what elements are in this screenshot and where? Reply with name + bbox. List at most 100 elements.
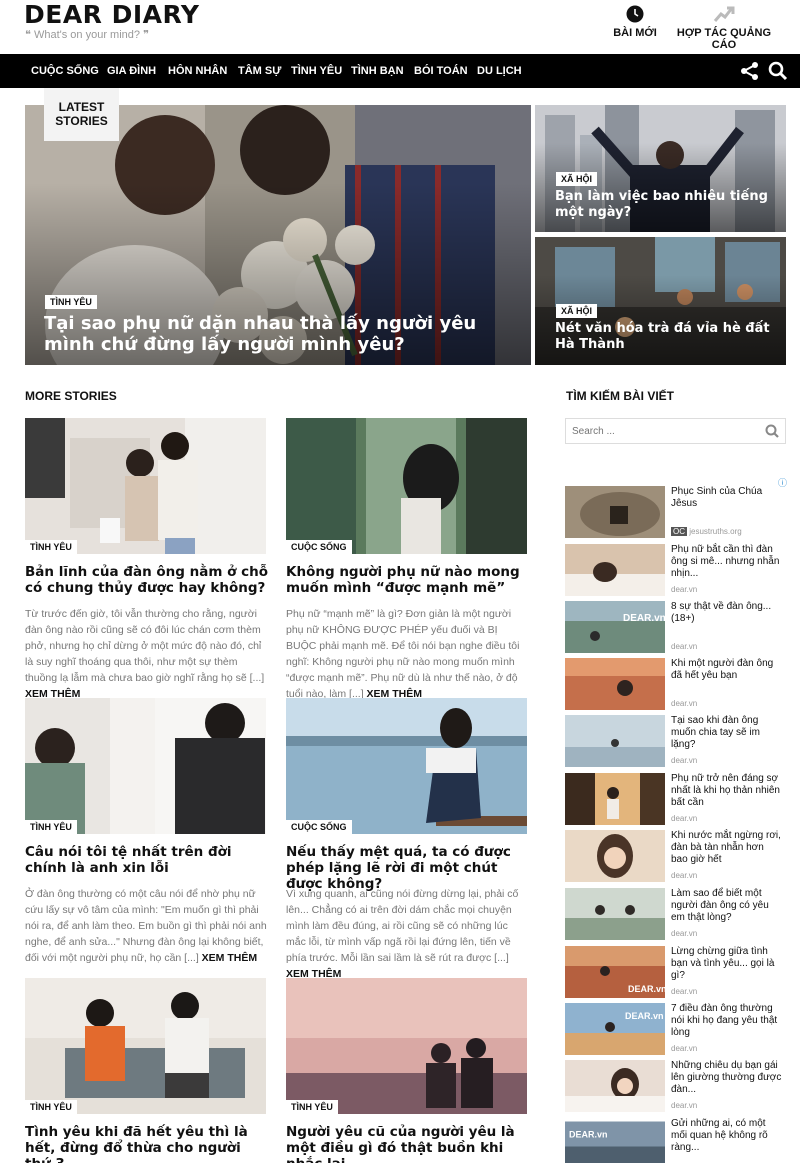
featured-side-story-1[interactable]: XÃ HỘI Bạn làm việc bao nhiêu tiếng một …: [535, 105, 786, 232]
ads-link[interactable]: HỢP TÁC QUẢNG CÁO: [665, 5, 783, 51]
nav-item-tinh-ban[interactable]: TÌNH BẠN: [351, 54, 404, 88]
article-3-category[interactable]: TÌNH YÊU: [25, 820, 77, 834]
nav-item-boi-toan[interactable]: BÓI TOÁN: [414, 54, 468, 88]
article-1-title[interactable]: Bản lĩnh của đàn ông nằm ở chỗ có chung …: [25, 564, 270, 596]
article-2-excerpt: Phụ nữ “mạnh mẽ” là gì? Đơn giản là một …: [286, 606, 529, 702]
sidebar-ad-5[interactable]: Tại sao khi đàn ông muốn chia tay sẽ im …: [565, 715, 787, 769]
article-5-category[interactable]: TÌNH YÊU: [25, 1100, 77, 1114]
site-logo[interactable]: DEAR DIARY: [24, 0, 200, 29]
ads-label: HỢP TÁC QUẢNG CÁO: [676, 27, 772, 51]
ad-5-source: dear.vn: [671, 756, 698, 765]
ad-6-source: dear.vn: [671, 814, 698, 823]
latest-stories-label: LATEST STORIES: [44, 88, 119, 141]
featured-main-story[interactable]: TÌNH YÊU Tại sao phụ nữ dặn nhau thà lấy…: [25, 105, 531, 365]
article-3-read-more[interactable]: XEM THÊM: [202, 952, 257, 964]
article-1-thumbnail[interactable]: TÌNH YÊU: [25, 418, 266, 554]
featured-side-1-title[interactable]: Bạn làm việc bao nhiêu tiếng một ngày?: [555, 189, 775, 221]
article-3-title[interactable]: Câu nói tôi tệ nhất trên đời chính là an…: [25, 844, 270, 876]
new-posts-link[interactable]: BÀI MỚI: [612, 5, 658, 39]
sidebar-ad-8[interactable]: Làm sao để biết một người đàn ông có yêu…: [565, 888, 787, 942]
article-5-thumbnail[interactable]: TÌNH YÊU: [25, 978, 266, 1114]
sidebar-ad-4[interactable]: Khi một người đàn ông đã hết yêu bạn dea…: [565, 658, 787, 712]
featured-main-category[interactable]: TÌNH YÊU: [45, 295, 97, 309]
ad-1-source: OC jesustruths.org: [671, 527, 742, 536]
featured-side-2-title[interactable]: Nét văn hóa trà đá vỉa hè đất Hà Thành: [555, 321, 775, 353]
ad-3-title: 8 sự thật về đàn ông... (18+): [671, 601, 772, 624]
article-1-image: [25, 418, 266, 554]
article-1-category[interactable]: TÌNH YÊU: [25, 540, 77, 554]
ad-12-image: DEAR.vn: [565, 1121, 665, 1163]
nav-item-tam-su[interactable]: TÂM SỰ: [238, 54, 281, 88]
article-2-thumbnail[interactable]: CUỘC SỐNG: [286, 418, 527, 554]
ad-5-title: Tại sao khi đàn ông muốn chia tay sẽ im …: [671, 715, 760, 750]
featured-main-title[interactable]: Tại sao phụ nữ dặn nhau thà lấy người yê…: [44, 313, 494, 355]
featured-side-story-2[interactable]: XÃ HỘI Nét văn hóa trà đá vỉa hè đất Hà …: [535, 237, 786, 365]
ad-7-image: [565, 830, 665, 882]
ad-6-image: [565, 773, 665, 825]
article-4-category[interactable]: CUỘC SỐNG: [286, 820, 352, 834]
article-5-image: [25, 978, 266, 1114]
ad-10-source: dear.vn: [671, 1044, 698, 1053]
featured-side-1-category[interactable]: XÃ HỘI: [556, 172, 598, 186]
ad-9-image: DEAR.vn: [565, 946, 665, 998]
ad-9-title: Lừng chừng giữa tình bạn và tình yêu... …: [671, 946, 775, 981]
ad-2-source: dear.vn: [671, 585, 698, 594]
search-posts-heading: TÌM KIẾM BÀI VIẾT: [566, 389, 674, 403]
ad-10-image: DEAR.vn: [565, 1003, 665, 1055]
new-posts-label: BÀI MỚI: [613, 27, 657, 39]
sidebar-ad-9[interactable]: DEAR.vn Lừng chừng giữa tình bạn và tình…: [565, 946, 787, 1000]
ad-8-title: Làm sao để biết một người đàn ông có yêu…: [671, 888, 769, 923]
sidebar-search-input[interactable]: [566, 419, 746, 443]
sidebar-ad-2[interactable]: Phụ nữ bắt cần thì đàn ông si mê... nhưn…: [565, 544, 787, 598]
article-6-title[interactable]: Người yêu cũ của người yêu là một điều g…: [286, 1124, 531, 1163]
sidebar-ad-6[interactable]: Phụ nữ trở nên đáng sợ nhất là khi họ th…: [565, 773, 787, 827]
sidebar-ad-7[interactable]: Khi nước mắt ngừng rơi, đàn bà tàn nhẫn …: [565, 830, 787, 884]
ad-3-source: dear.vn: [671, 642, 698, 651]
article-6-image: [286, 978, 527, 1114]
article-2-category[interactable]: CUỘC SỐNG: [286, 540, 352, 554]
ad-11-image: [565, 1060, 665, 1112]
main-nav: CUỘC SỐNG GIA ĐÌNH HÔN NHÂN TÂM SỰ TÌNH …: [0, 54, 800, 88]
svg-text:DEAR.vn: DEAR.vn: [628, 984, 665, 994]
article-2-title[interactable]: Không người phụ nữ nào mong muốn mình “đ…: [286, 564, 531, 596]
ad-10-title: 7 điều đàn ông thường nói khi họ đang yê…: [671, 1003, 778, 1038]
sidebar-ad-1[interactable]: Phục Sinh của Chúa Jêsus OC jesustruths.…: [565, 486, 787, 540]
article-4-thumbnail[interactable]: CUỘC SỐNG: [286, 698, 527, 834]
ad-9-source: dear.vn: [671, 987, 698, 996]
ad-5-image: [565, 715, 665, 767]
featured-side-2-category[interactable]: XÃ HỘI: [556, 304, 598, 318]
latest-label-line1: LATEST: [58, 100, 105, 114]
article-2-image: [286, 418, 527, 554]
sidebar-search-box: [565, 418, 786, 444]
article-1-excerpt: Từ trước đến giờ, tôi vẫn thường cho rằn…: [25, 606, 268, 702]
ad-11-title: Những chiêu dụ bạn gái lên giường thường…: [671, 1060, 782, 1095]
article-6-category[interactable]: TÌNH YÊU: [286, 1100, 338, 1114]
ad-1-image: [565, 486, 665, 538]
search-icon[interactable]: [765, 424, 779, 438]
nav-item-hon-nhan[interactable]: HÔN NHÂN: [168, 54, 227, 88]
nav-item-gia-dinh[interactable]: GIA ĐÌNH: [107, 54, 156, 88]
svg-text:DEAR.vn: DEAR.vn: [569, 1130, 608, 1140]
sidebar-ad-11[interactable]: Những chiêu dụ bạn gái lên giường thường…: [565, 1060, 787, 1114]
ad-11-source: dear.vn: [671, 1101, 698, 1110]
share-icon[interactable]: [740, 61, 760, 81]
article-3-image: [25, 698, 266, 834]
sidebar-ad-10[interactable]: DEAR.vn 7 điều đàn ông thường nói khi họ…: [565, 1003, 787, 1057]
article-3-thumbnail[interactable]: TÌNH YÊU: [25, 698, 266, 834]
search-icon[interactable]: [768, 61, 788, 81]
site-tagline: ❝ What's on your mind? ❞: [25, 29, 149, 41]
svg-text:DEAR.vn: DEAR.vn: [625, 1011, 664, 1021]
svg-text:DEAR.vn: DEAR.vn: [623, 613, 665, 624]
ad-7-source: dear.vn: [671, 871, 698, 880]
nav-item-cuoc-song[interactable]: CUỘC SỐNG: [31, 54, 99, 88]
sidebar-ad-12[interactable]: DEAR.vn Gửi những ai, có một mối quan hệ…: [565, 1118, 787, 1163]
nav-item-du-lich[interactable]: DU LỊCH: [477, 54, 522, 88]
nav-item-tinh-yeu[interactable]: TÌNH YÊU: [291, 54, 342, 88]
article-5-title[interactable]: Tình yêu khi đã hết yêu thì là hết, đừng…: [25, 1124, 270, 1163]
article-6-thumbnail[interactable]: TÌNH YÊU: [286, 978, 527, 1114]
article-1-excerpt-text: Từ trước đến giờ, tôi vẫn thường cho rằn…: [25, 608, 265, 684]
article-4-title[interactable]: Nếu thấy mệt quá, ta có được phép lặng l…: [286, 844, 531, 892]
ad-2-image: [565, 544, 665, 596]
sidebar-ad-3[interactable]: DEAR.vn 8 sự thật về đàn ông... (18+) de…: [565, 601, 787, 655]
article-4-excerpt: Vì xung quanh, ai cũng nói đừng dừng lại…: [286, 886, 529, 982]
